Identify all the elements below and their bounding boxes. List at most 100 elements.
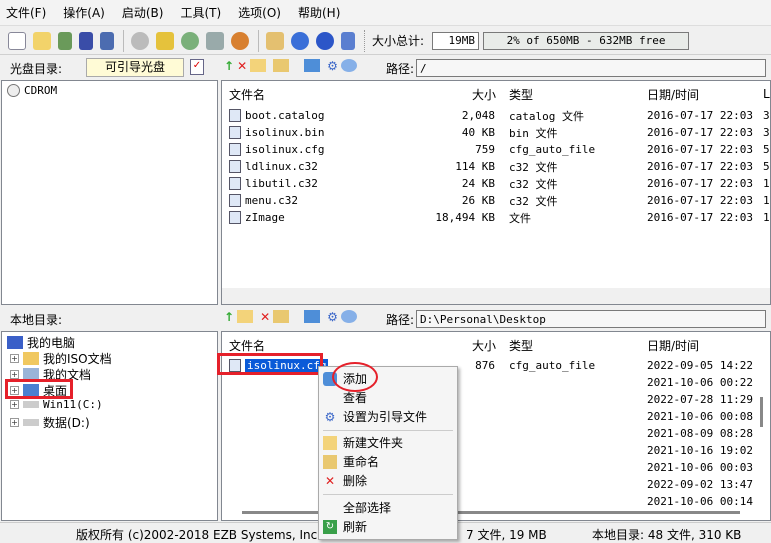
file-row[interactable]: 2021-10-06 00:14 [222, 493, 770, 510]
horizontal-scrollbar[interactable] [242, 511, 740, 514]
menu-item-refresh[interactable]: ↻ 刷新 [319, 517, 457, 536]
file-row[interactable]: boot.catalog 2,048 catalog 文件 2016-07-17 22… [222, 107, 770, 124]
expand-icon[interactable]: + [10, 400, 19, 409]
save-as-icon[interactable] [100, 31, 114, 50]
file-row[interactable]: isolinux.cfg 759 cfg_auto_file 2016-07-17 2… [222, 141, 770, 158]
file-row[interactable]: ldlinux.c32 114 KB c32 文件 2016-07-17 22:03 5 [222, 158, 770, 175]
file-row[interactable]: 2021-10-06 00:08 [222, 408, 770, 425]
col-size[interactable]: 大小 [472, 337, 496, 354]
file-date: 2021-10-16 19:02 [647, 444, 753, 457]
tree-item-my-computer[interactable]: 我的电脑 [7, 334, 75, 351]
file-size: 40 KB [461, 126, 495, 139]
add-icon[interactable] [304, 310, 321, 323]
menu-item-view[interactable]: 查看 [319, 388, 457, 407]
status-iso-summary: 7 文件, 19 MB [466, 528, 547, 542]
exit-icon[interactable] [341, 31, 355, 50]
extract-icon[interactable] [58, 31, 72, 50]
menu-item-rename[interactable]: 重命名 [319, 452, 457, 471]
menu-item-select-all[interactable]: 全部选择 [319, 498, 457, 517]
boot-check-icon[interactable]: ✓ [190, 59, 204, 75]
col-size[interactable]: 大小 [472, 86, 496, 103]
vertical-scrollbar[interactable] [755, 362, 769, 512]
file-row[interactable]: menu.c32 26 KB c32 文件 2016-07-17 22:03 1 [222, 192, 770, 209]
file-row[interactable]: 2021-08-09 08:28 [222, 425, 770, 442]
file-row[interactable]: 2022-07-28 11:29 [222, 391, 770, 408]
file-row[interactable]: 2021-10-16 19:02 [222, 442, 770, 459]
settings-gear-icon[interactable]: ⚙ [327, 59, 338, 73]
menu-item-set-boot-file[interactable]: ⚙ 设置为引导文件 [319, 407, 457, 426]
tree-item-d-drive[interactable]: + 数据(D:) [10, 414, 90, 431]
local-path-label: 路径: [386, 313, 415, 327]
burn-icon[interactable] [131, 31, 149, 50]
new-folder-icon[interactable] [237, 310, 254, 323]
menu-file[interactable]: 文件(F) [6, 4, 46, 21]
menu-tools[interactable]: 工具(T) [180, 4, 221, 21]
tree-item-my-iso[interactable]: + 我的ISO文档 [10, 350, 112, 367]
properties-icon[interactable] [266, 31, 284, 50]
settings-gear-icon[interactable]: ⚙ [327, 310, 338, 324]
rename-icon[interactable] [273, 59, 290, 72]
up-icon[interactable]: ↑ [224, 310, 234, 324]
size-total-value: 19MB [432, 31, 480, 50]
file-type: cfg_auto_file [509, 359, 596, 372]
horizontal-scrollbar[interactable] [222, 288, 770, 304]
new-folder-icon [323, 435, 337, 450]
status-copyright: 版权所有 (c)2002-2018 EZB Systems, Inc. [76, 528, 322, 542]
refresh-icon[interactable] [340, 59, 357, 72]
rename-icon[interactable] [273, 310, 290, 323]
tree-item-c-drive[interactable]: + Win11(C:) [10, 398, 103, 411]
file-row[interactable]: 2021-10-06 00:22 [222, 374, 770, 391]
file-type: cfg_auto_file [509, 143, 596, 156]
expand-icon[interactable]: + [10, 370, 19, 379]
file-name: ldlinux.c32 [245, 160, 318, 173]
local-tree: 我的电脑 + 我的ISO文档 + 我的文档 + 桌面 + Win11(C:) + 数据(D… [1, 331, 218, 521]
local-path-input[interactable]: D:\Personal\Desktop [416, 310, 766, 328]
expand-icon[interactable]: + [10, 418, 19, 427]
col-name[interactable]: 文件名 [229, 86, 265, 103]
convert-icon[interactable] [231, 31, 249, 50]
save-icon[interactable] [79, 31, 93, 50]
highlight-circle [332, 362, 378, 392]
file-row[interactable]: isolinux.bin 40 KB bin 文件 2016-07-17 22:03 3 [222, 124, 770, 141]
rename-icon [323, 454, 337, 469]
new-folder-icon[interactable] [250, 59, 267, 72]
menu-help[interactable]: 帮助(H) [298, 4, 340, 21]
compress-icon[interactable] [206, 31, 224, 50]
menu-label: 刷新 [343, 520, 368, 534]
add-icon[interactable] [304, 59, 321, 72]
file-row[interactable]: libutil.c32 24 KB c32 文件 2016-07-17 22:03 1 [222, 175, 770, 192]
refresh-icon[interactable] [340, 310, 357, 323]
iso-path-input[interactable]: / [416, 59, 766, 77]
file-row[interactable]: 2022-09-02 13:47 [222, 476, 770, 493]
make-cd-image-icon[interactable] [181, 31, 199, 50]
bootable-status[interactable]: 可引导光盘 [86, 58, 184, 77]
mount-icon[interactable] [156, 31, 174, 50]
tree-item-cdrom[interactable]: CDROM [7, 84, 57, 97]
col-date[interactable]: 日期/时间 [647, 86, 699, 103]
col-name[interactable]: 文件名 [229, 337, 265, 354]
file-size: 24 KB [461, 177, 495, 190]
new-icon[interactable] [8, 31, 26, 50]
file-row[interactable]: 2021-10-06 00:03 [222, 459, 770, 476]
delete-icon[interactable]: ✕ [237, 59, 247, 73]
file-size: 2,048 [461, 109, 495, 122]
file-icon [229, 143, 241, 156]
file-size: 876 [475, 359, 495, 372]
menu-item-delete[interactable]: ✕ 删除 [319, 471, 457, 490]
menu-options[interactable]: 选项(O) [238, 4, 281, 21]
expand-icon[interactable]: + [10, 354, 19, 363]
up-icon[interactable]: ↑ [224, 59, 234, 73]
help-icon[interactable] [316, 31, 334, 50]
col-type[interactable]: 类型 [509, 86, 533, 103]
open-icon[interactable] [33, 31, 51, 50]
iso-file-list: 文件名 大小 类型 日期/时间 L boot.catalog 2,048 catal… [221, 80, 771, 305]
menu-actions[interactable]: 操作(A) [63, 4, 105, 21]
col-date[interactable]: 日期/时间 [647, 337, 699, 354]
delete-icon[interactable]: ✕ [260, 310, 270, 324]
col-extra[interactable]: L [763, 87, 770, 101]
col-type[interactable]: 类型 [509, 337, 533, 354]
info-icon[interactable] [291, 31, 309, 50]
menu-item-new-folder[interactable]: 新建文件夹 [319, 433, 457, 452]
menu-bootable[interactable]: 启动(B) [122, 4, 164, 21]
file-row[interactable]: zImage 18,494 KB 文件 2016-07-17 22:03 1 [222, 209, 770, 226]
